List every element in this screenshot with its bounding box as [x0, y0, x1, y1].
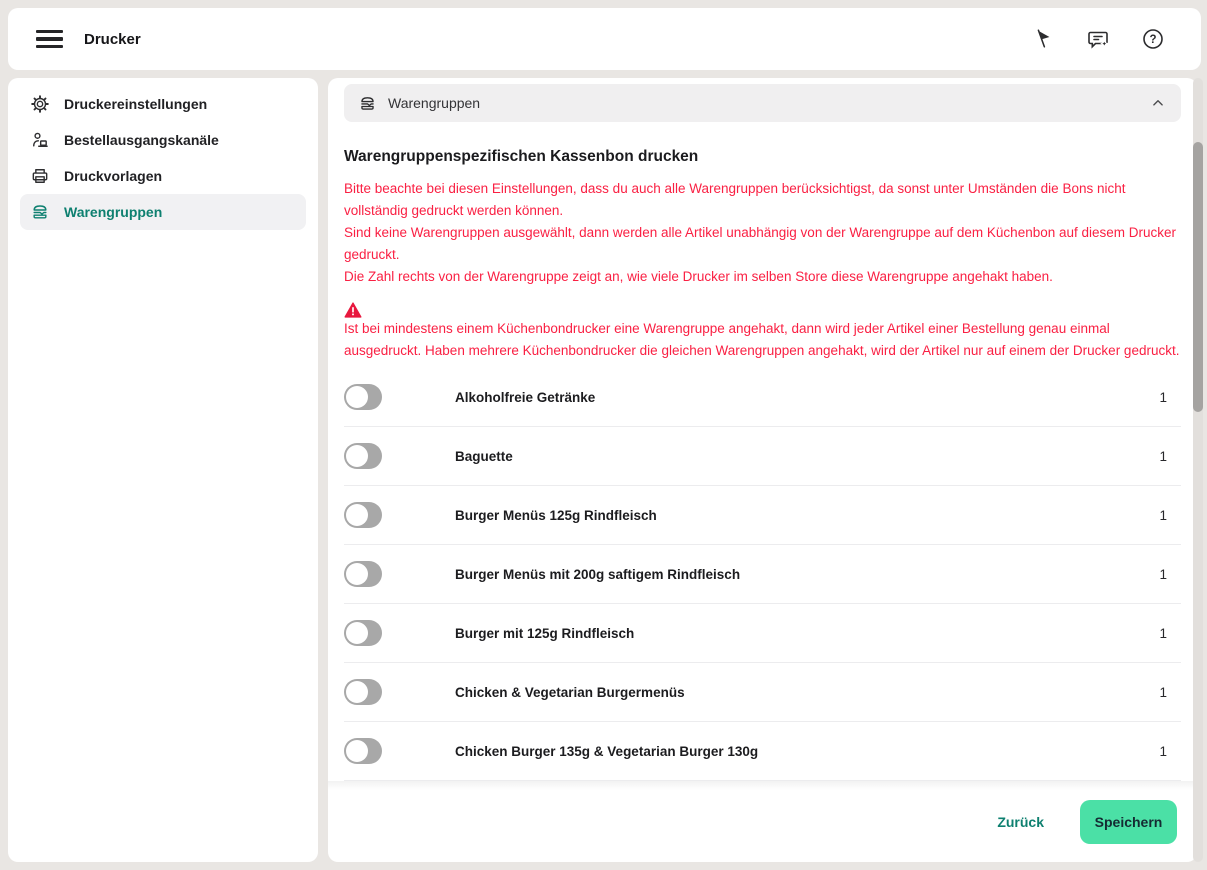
- toggle-knob: [346, 386, 368, 408]
- sidebar-item-warengruppen[interactable]: Warengruppen: [20, 194, 306, 230]
- sidebar-item-druckereinstellungen[interactable]: Druckereinstellungen: [20, 86, 306, 122]
- toggle-knob: [346, 563, 368, 585]
- gear-icon: [30, 94, 50, 114]
- hamburger-menu-icon[interactable]: [36, 30, 63, 48]
- warengruppe-toggle-off[interactable]: [344, 620, 382, 646]
- page-title: Drucker: [84, 31, 141, 48]
- warengruppen-list: Alkoholfreie Getränke 1 Baguette 1 Burge…: [344, 368, 1181, 781]
- back-button[interactable]: Zurück: [997, 814, 1044, 830]
- warengruppe-printer-count: 1: [1159, 626, 1181, 641]
- panel-footer: Zurück Speichern: [344, 781, 1181, 862]
- notice-line: Sind keine Warengruppen ausgewählt, dann…: [344, 222, 1181, 266]
- warengruppe-row: Burger Menüs 125g Rindfleisch 1: [344, 486, 1181, 545]
- sidebar-item-label: Bestellausgangskanäle: [64, 132, 219, 148]
- warengruppe-printer-count: 1: [1159, 449, 1181, 464]
- notice-line: Die Zahl rechts von der Warengruppe zeig…: [344, 266, 1181, 288]
- warengruppe-label: Baguette: [455, 449, 513, 464]
- feedback-review-icon[interactable]: [1086, 27, 1110, 51]
- warengruppe-toggle-off[interactable]: [344, 443, 382, 469]
- warengruppe-row: Burger Menüs mit 200g saftigem Rindfleis…: [344, 545, 1181, 604]
- svg-text:?: ?: [1149, 34, 1156, 46]
- warning-message: Ist bei mindestens einem Küchenbondrucke…: [344, 321, 1179, 358]
- warengruppe-label: Chicken & Vegetarian Burgermenüs: [455, 685, 685, 700]
- save-button[interactable]: Speichern: [1080, 800, 1177, 844]
- notice-text: Bitte beachte bei diesen Einstellungen, …: [344, 178, 1181, 288]
- warengruppe-row: Baguette 1: [344, 427, 1181, 486]
- warengruppe-toggle-off[interactable]: [344, 502, 382, 528]
- top-bar: Drucker ?: [8, 8, 1201, 70]
- warengruppe-row: Burger mit 125g Rindfleisch 1: [344, 604, 1181, 663]
- settings-sidebar: Druckereinstellungen Bestellausgangskanä…: [8, 78, 318, 862]
- section-heading: Warengruppenspezifischen Kassenbon druck…: [344, 148, 1181, 166]
- warengruppe-label: Burger Menüs mit 200g saftigem Rindfleis…: [455, 567, 740, 582]
- sidebar-item-label: Druckereinstellungen: [64, 96, 207, 112]
- chevron-up-icon[interactable]: [1149, 94, 1167, 112]
- warning-text: Ist bei mindestens einem Küchenbondrucke…: [344, 302, 1181, 362]
- warengruppe-label: Burger mit 125g Rindfleisch: [455, 626, 634, 641]
- printer-icon: [30, 166, 50, 186]
- toggle-knob: [346, 740, 368, 762]
- flag-icon[interactable]: [1031, 27, 1055, 51]
- sidebar-item-druckvorlagen[interactable]: Druckvorlagen: [20, 158, 306, 194]
- warengruppe-printer-count: 1: [1159, 744, 1181, 759]
- warengruppen-panel: Warengruppen Warengruppenspezifischen Ka…: [328, 78, 1197, 862]
- warengruppe-row: Chicken & Vegetarian Burgermenüs 1: [344, 663, 1181, 722]
- warengruppe-label: Burger Menüs 125g Rindfleisch: [455, 508, 657, 523]
- order-output-channel-icon: [30, 130, 50, 150]
- burger-icon: [30, 202, 50, 222]
- warengruppe-toggle-off[interactable]: [344, 679, 382, 705]
- toggle-knob: [346, 622, 368, 644]
- warengruppe-printer-count: 1: [1159, 685, 1181, 700]
- burger-icon: [358, 94, 377, 113]
- warengruppe-printer-count: 1: [1159, 508, 1181, 523]
- help-icon[interactable]: ?: [1141, 27, 1165, 51]
- warengruppe-toggle-off[interactable]: [344, 561, 382, 587]
- panel-header-warengruppen[interactable]: Warengruppen: [344, 84, 1181, 122]
- panel-header-title: Warengruppen: [388, 95, 480, 111]
- warengruppe-label: Alkoholfreie Getränke: [455, 390, 595, 405]
- warengruppe-printer-count: 1: [1159, 567, 1181, 582]
- warengruppe-toggle-off[interactable]: [344, 738, 382, 764]
- sidebar-item-bestellausgangskanaele[interactable]: Bestellausgangskanäle: [20, 122, 306, 158]
- toggle-knob: [346, 445, 368, 467]
- toggle-knob: [346, 681, 368, 703]
- warengruppe-label: Chicken Burger 135g & Vegetarian Burger …: [455, 744, 758, 759]
- warengruppe-row: Alkoholfreie Getränke 1: [344, 368, 1181, 427]
- warengruppe-toggle-off[interactable]: [344, 384, 382, 410]
- sidebar-item-label: Druckvorlagen: [64, 168, 162, 184]
- warengruppe-printer-count: 1: [1159, 390, 1181, 405]
- sidebar-item-label: Warengruppen: [64, 204, 162, 220]
- toggle-knob: [346, 504, 368, 526]
- scrollbar-thumb[interactable]: [1193, 142, 1203, 412]
- notice-line: Bitte beachte bei diesen Einstellungen, …: [344, 178, 1181, 222]
- warengruppe-row: Chicken Burger 135g & Vegetarian Burger …: [344, 722, 1181, 781]
- warning-triangle-icon: [344, 302, 362, 318]
